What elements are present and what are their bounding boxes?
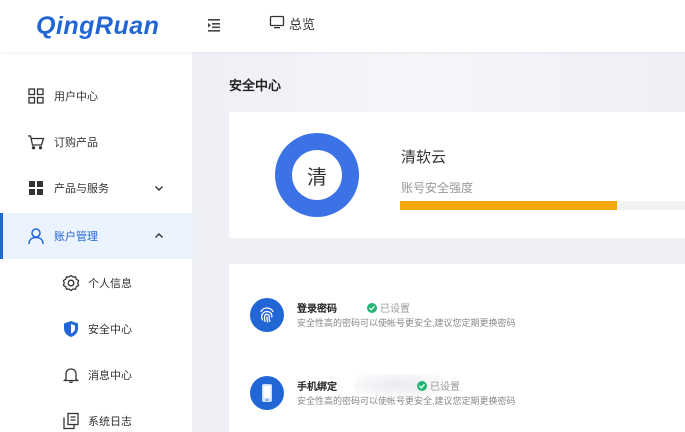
bell-icon bbox=[62, 366, 80, 384]
security-item-description: 安全性高的密码可以使帐号更安全,建议您定期更换密码 bbox=[297, 318, 516, 328]
sidebar: 用户中心 订购产品 产品与服务 账户管理 个人信息 安全中心 消息中心 系统日志 bbox=[0, 52, 193, 432]
security-strength-fill bbox=[400, 201, 617, 210]
sidebar-item-order-products[interactable]: 订购产品 bbox=[0, 119, 193, 165]
avatar-char: 清 bbox=[292, 150, 342, 200]
security-item-phone-binding: 手机绑定 已设置 安全性高的密码可以使帐号更安全,建议您定期更换密码 bbox=[229, 374, 685, 424]
check-icon bbox=[417, 380, 427, 391]
sidebar-item-label: 系统日志 bbox=[88, 416, 132, 428]
status-text: 已设置 bbox=[430, 382, 460, 393]
chevron-up-icon[interactable] bbox=[154, 231, 164, 241]
user-name: 清软云 bbox=[401, 149, 447, 166]
security-strength-label: 账号安全强度 bbox=[401, 181, 474, 195]
sidebar-item-label: 安全中心 bbox=[88, 324, 132, 336]
menu-collapse-icon[interactable] bbox=[207, 16, 223, 34]
sidebar-item-label: 用户中心 bbox=[54, 91, 98, 103]
main-content: 安全中心 清 清软云 账号安全强度 登录密码 已设置 安全性高的密码可以使帐号更… bbox=[193, 52, 685, 432]
security-item-login-password: 登录密码 已设置 安全性高的密码可以使帐号更安全,建议您定期更换密码 bbox=[229, 296, 685, 346]
sidebar-item-personal-info[interactable]: 个人信息 bbox=[0, 260, 193, 306]
profile-card: 清 清软云 账号安全强度 bbox=[229, 112, 685, 238]
sidebar-item-label: 消息中心 bbox=[88, 370, 132, 382]
security-item-title: 手机绑定 bbox=[297, 382, 337, 393]
apps-icon bbox=[27, 179, 45, 197]
sidebar-item-label: 账户管理 bbox=[54, 231, 98, 243]
status-text: 已设置 bbox=[380, 304, 410, 315]
check-icon bbox=[367, 302, 377, 313]
status-badge: 已设置 bbox=[417, 378, 460, 393]
top-header: QingRuan 总览 bbox=[0, 0, 685, 52]
sidebar-item-user-center[interactable]: 用户中心 bbox=[0, 73, 193, 119]
sidebar-item-label: 订购产品 bbox=[54, 137, 98, 149]
sidebar-item-system-log[interactable]: 系统日志 bbox=[0, 398, 193, 432]
overview-link[interactable]: 总览 bbox=[269, 14, 315, 33]
chevron-down-icon[interactable] bbox=[154, 183, 164, 193]
overview-label: 总览 bbox=[289, 17, 316, 32]
security-settings-card: 登录密码 已设置 安全性高的密码可以使帐号更安全,建议您定期更换密码 手机绑定 bbox=[229, 264, 685, 432]
security-item-title: 登录密码 bbox=[297, 304, 337, 315]
fingerprint-icon bbox=[250, 298, 284, 332]
sidebar-item-products-services[interactable]: 产品与服务 bbox=[0, 165, 193, 211]
sidebar-item-account-management[interactable]: 账户管理 bbox=[0, 213, 193, 259]
cart-icon bbox=[27, 133, 45, 151]
sidebar-item-label: 个人信息 bbox=[88, 278, 132, 290]
security-strength-bar bbox=[400, 201, 685, 210]
avatar: 清 bbox=[275, 133, 359, 217]
sidebar-item-security-center[interactable]: 安全中心 bbox=[0, 306, 193, 352]
grid-icon bbox=[27, 87, 45, 105]
phone-icon bbox=[250, 376, 284, 410]
sidebar-item-label: 产品与服务 bbox=[54, 183, 109, 195]
page-title-bar: 安全中心 bbox=[193, 52, 685, 112]
sidebar-item-message-center[interactable]: 消息中心 bbox=[0, 352, 193, 398]
app-logo[interactable]: QingRuan bbox=[0, 12, 193, 41]
user-icon bbox=[27, 227, 45, 245]
gear-icon bbox=[62, 274, 80, 292]
log-icon bbox=[62, 412, 80, 430]
page-title: 安全中心 bbox=[229, 78, 282, 93]
shield-icon bbox=[62, 320, 80, 338]
status-badge: 已设置 bbox=[367, 300, 410, 315]
monitor-icon bbox=[269, 14, 285, 33]
security-item-description: 安全性高的密码可以使帐号更安全,建议您定期更换密码 bbox=[297, 396, 516, 406]
